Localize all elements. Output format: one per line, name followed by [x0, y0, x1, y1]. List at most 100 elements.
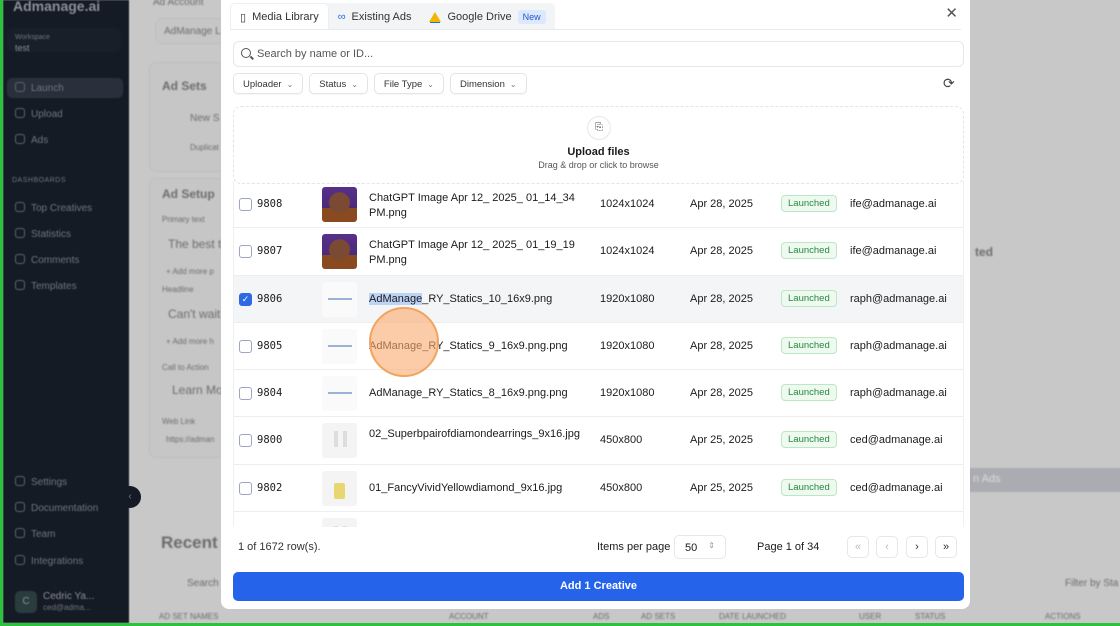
row-checkbox[interactable]: ✓	[239, 292, 252, 306]
uploader-email: raph@admanage.ai	[850, 339, 947, 352]
refresh-icon[interactable]: ⟳	[943, 75, 955, 92]
row-id: 9808	[257, 198, 283, 210]
bg-text: https://adman	[166, 435, 215, 444]
first-page-button[interactable]: «	[847, 536, 869, 558]
name-text: ChatGPT Image Apr 12_ 2025_ 01_14_34 PM.…	[369, 192, 575, 219]
sidebar-item-settings[interactable]: Settings	[7, 472, 123, 492]
bg-col: ADS	[593, 612, 610, 621]
bg-text: Can't wait	[168, 307, 221, 321]
new-badge: New	[517, 9, 546, 24]
name-text: AdManage_RY_Statics_8_16x9.png.png	[369, 387, 568, 400]
status-badge: Launched	[781, 431, 837, 449]
filter-file-type[interactable]: File Type ⌄	[373, 73, 444, 94]
thumbnail	[322, 234, 357, 270]
dimension: 1920x1080	[600, 387, 655, 400]
filter-dimension[interactable]: Dimension ⌄	[449, 73, 527, 94]
dimension: 1920x1080	[600, 339, 655, 352]
dimension: 1920x1080	[600, 292, 655, 305]
file-upload-icon: ⎘	[587, 116, 611, 140]
row-checkbox[interactable]	[239, 481, 252, 495]
search-input[interactable]: Search by name or ID...	[233, 41, 964, 67]
sidebar-item-upload[interactable]: Upload	[7, 104, 123, 124]
search-icon	[241, 48, 251, 58]
filter-label: Dimension	[459, 79, 505, 90]
template-icon	[15, 280, 25, 290]
row-checkbox[interactable]	[239, 387, 252, 401]
thumbnail	[322, 281, 357, 317]
uploader-email: ced@admanage.ai	[850, 434, 943, 447]
table-row[interactable]: ✓ 9806 AdManage_RY_Statics_10_16x9.png 1…	[234, 275, 963, 323]
upload-dropzone[interactable]: ⎘ Upload files Drag & drop or click to b…	[233, 106, 964, 184]
sidebar-item-documentation[interactable]: Documentation	[7, 498, 123, 518]
sidebar-item-team[interactable]: Team	[7, 524, 123, 544]
bg-text: Web Link	[162, 417, 196, 426]
table-row[interactable]: 9805 AdManage_RY_Statics_9_16x9.png.png …	[234, 323, 963, 371]
tab-bar: ▯ Media Library ∞ Existing Ads Google Driv…	[230, 3, 555, 30]
row-id: 9807	[257, 245, 283, 258]
row-checkbox[interactable]	[239, 198, 252, 211]
add-creative-button[interactable]: Add 1 Creative	[233, 572, 964, 601]
chevron-down-icon: ⌄	[351, 80, 358, 89]
name-text: 01_FancyVividYellowdiamond_9x16.jpg	[369, 481, 563, 494]
bg-text: Ad Account	[153, 0, 204, 8]
table-row[interactable]: 9800 02_Superbpairofdiamondearrings_9x16…	[234, 417, 963, 465]
comment-icon	[15, 254, 25, 264]
file-name: AdManage_RY_Statics_9_16x9.png.png	[369, 339, 589, 354]
close-icon[interactable]: ✕	[945, 4, 958, 22]
label: Upload	[31, 109, 63, 120]
status-badge: Launched	[781, 478, 837, 496]
filters: Uploader ⌄ Status ⌄ File Type ⌄ Dimension ⌄	[233, 73, 527, 94]
filter-status[interactable]: Status ⌄	[309, 73, 368, 94]
label: Comments	[31, 255, 80, 266]
table-row[interactable]: 9808 ChatGPT Image Apr 12_ 2025_ 01_14_3…	[234, 181, 963, 229]
tab-label: Google Drive	[447, 10, 512, 23]
last-page-button[interactable]: »	[935, 536, 957, 558]
row-checkbox[interactable]	[239, 339, 252, 353]
label: Ads	[31, 135, 49, 146]
tab-label: Media Library	[252, 11, 319, 23]
table-row[interactable]: 9807 ChatGPT Image Apr 12_ 2025_ 01_19_1…	[234, 228, 963, 276]
team-icon	[15, 528, 25, 538]
star-icon	[15, 202, 25, 212]
selection-count: 1 of 1672 row(s).	[238, 541, 321, 553]
sidebar-item-top-creatives[interactable]: Top Creatives	[7, 198, 123, 218]
sidebar-item-statistics[interactable]: Statistics	[7, 224, 123, 244]
user-menu[interactable]: C Cedric Ya... ced@adma...	[9, 589, 121, 617]
sidebar-item-integrations[interactable]: Integrations	[7, 551, 123, 571]
filter-uploader[interactable]: Uploader ⌄	[233, 73, 304, 94]
bg-text: New S	[190, 113, 220, 124]
status-badge: Launched	[781, 289, 837, 307]
status-badge: Launched	[781, 384, 837, 402]
date: Apr 28, 2025	[690, 387, 753, 400]
workspace-value: test	[15, 43, 30, 53]
thumbnail	[322, 518, 357, 527]
user-name: Cedric Ya...	[43, 591, 95, 602]
gear-icon	[15, 476, 25, 486]
sidebar-item-launch[interactable]: Launch	[7, 78, 123, 98]
thumbnail	[322, 470, 357, 506]
tab-google-drive[interactable]: Google Drive New	[420, 3, 554, 30]
bg-text: + Add more p	[166, 267, 214, 276]
media-library-icon: ▯	[240, 11, 247, 24]
file-name: AdManage_RY_Statics_10_16x9.png	[369, 292, 589, 307]
tab-media-library[interactable]: ▯ Media Library	[230, 3, 329, 30]
label: Statistics	[31, 229, 72, 240]
row-id: 9805	[257, 339, 283, 352]
row-checkbox[interactable]	[239, 434, 252, 448]
table-row[interactable]: 9804 AdManage_RY_Statics_8_16x9.png.png …	[234, 370, 963, 418]
items-per-page-select[interactable]: 50 ⇕	[674, 535, 726, 559]
sidebar-item-templates[interactable]: Templates	[7, 276, 123, 296]
workspace-selector[interactable]: Workspace test	[7, 28, 121, 53]
media-picker-modal: ▯ Media Library ∞ Existing Ads Google Driv…	[221, 0, 970, 609]
bg-text: Ad Sets	[162, 79, 207, 93]
workspace-label: Workspace	[15, 34, 50, 41]
previous-page-button[interactable]: ‹	[876, 536, 898, 558]
uploader-email: raph@admanage.ai	[850, 292, 947, 305]
row-checkbox[interactable]	[239, 245, 252, 259]
sidebar-item-ads[interactable]: Ads	[7, 130, 123, 150]
tab-existing-ads[interactable]: ∞ Existing Ads	[329, 3, 421, 30]
sidebar-item-comments[interactable]: Comments	[7, 250, 123, 270]
date: Apr 25, 2025	[690, 481, 753, 494]
table-row[interactable]: 9802 01_FancyVividYellowdiamond_9x16.jpg…	[234, 465, 963, 513]
next-page-button[interactable]: ›	[906, 536, 928, 558]
